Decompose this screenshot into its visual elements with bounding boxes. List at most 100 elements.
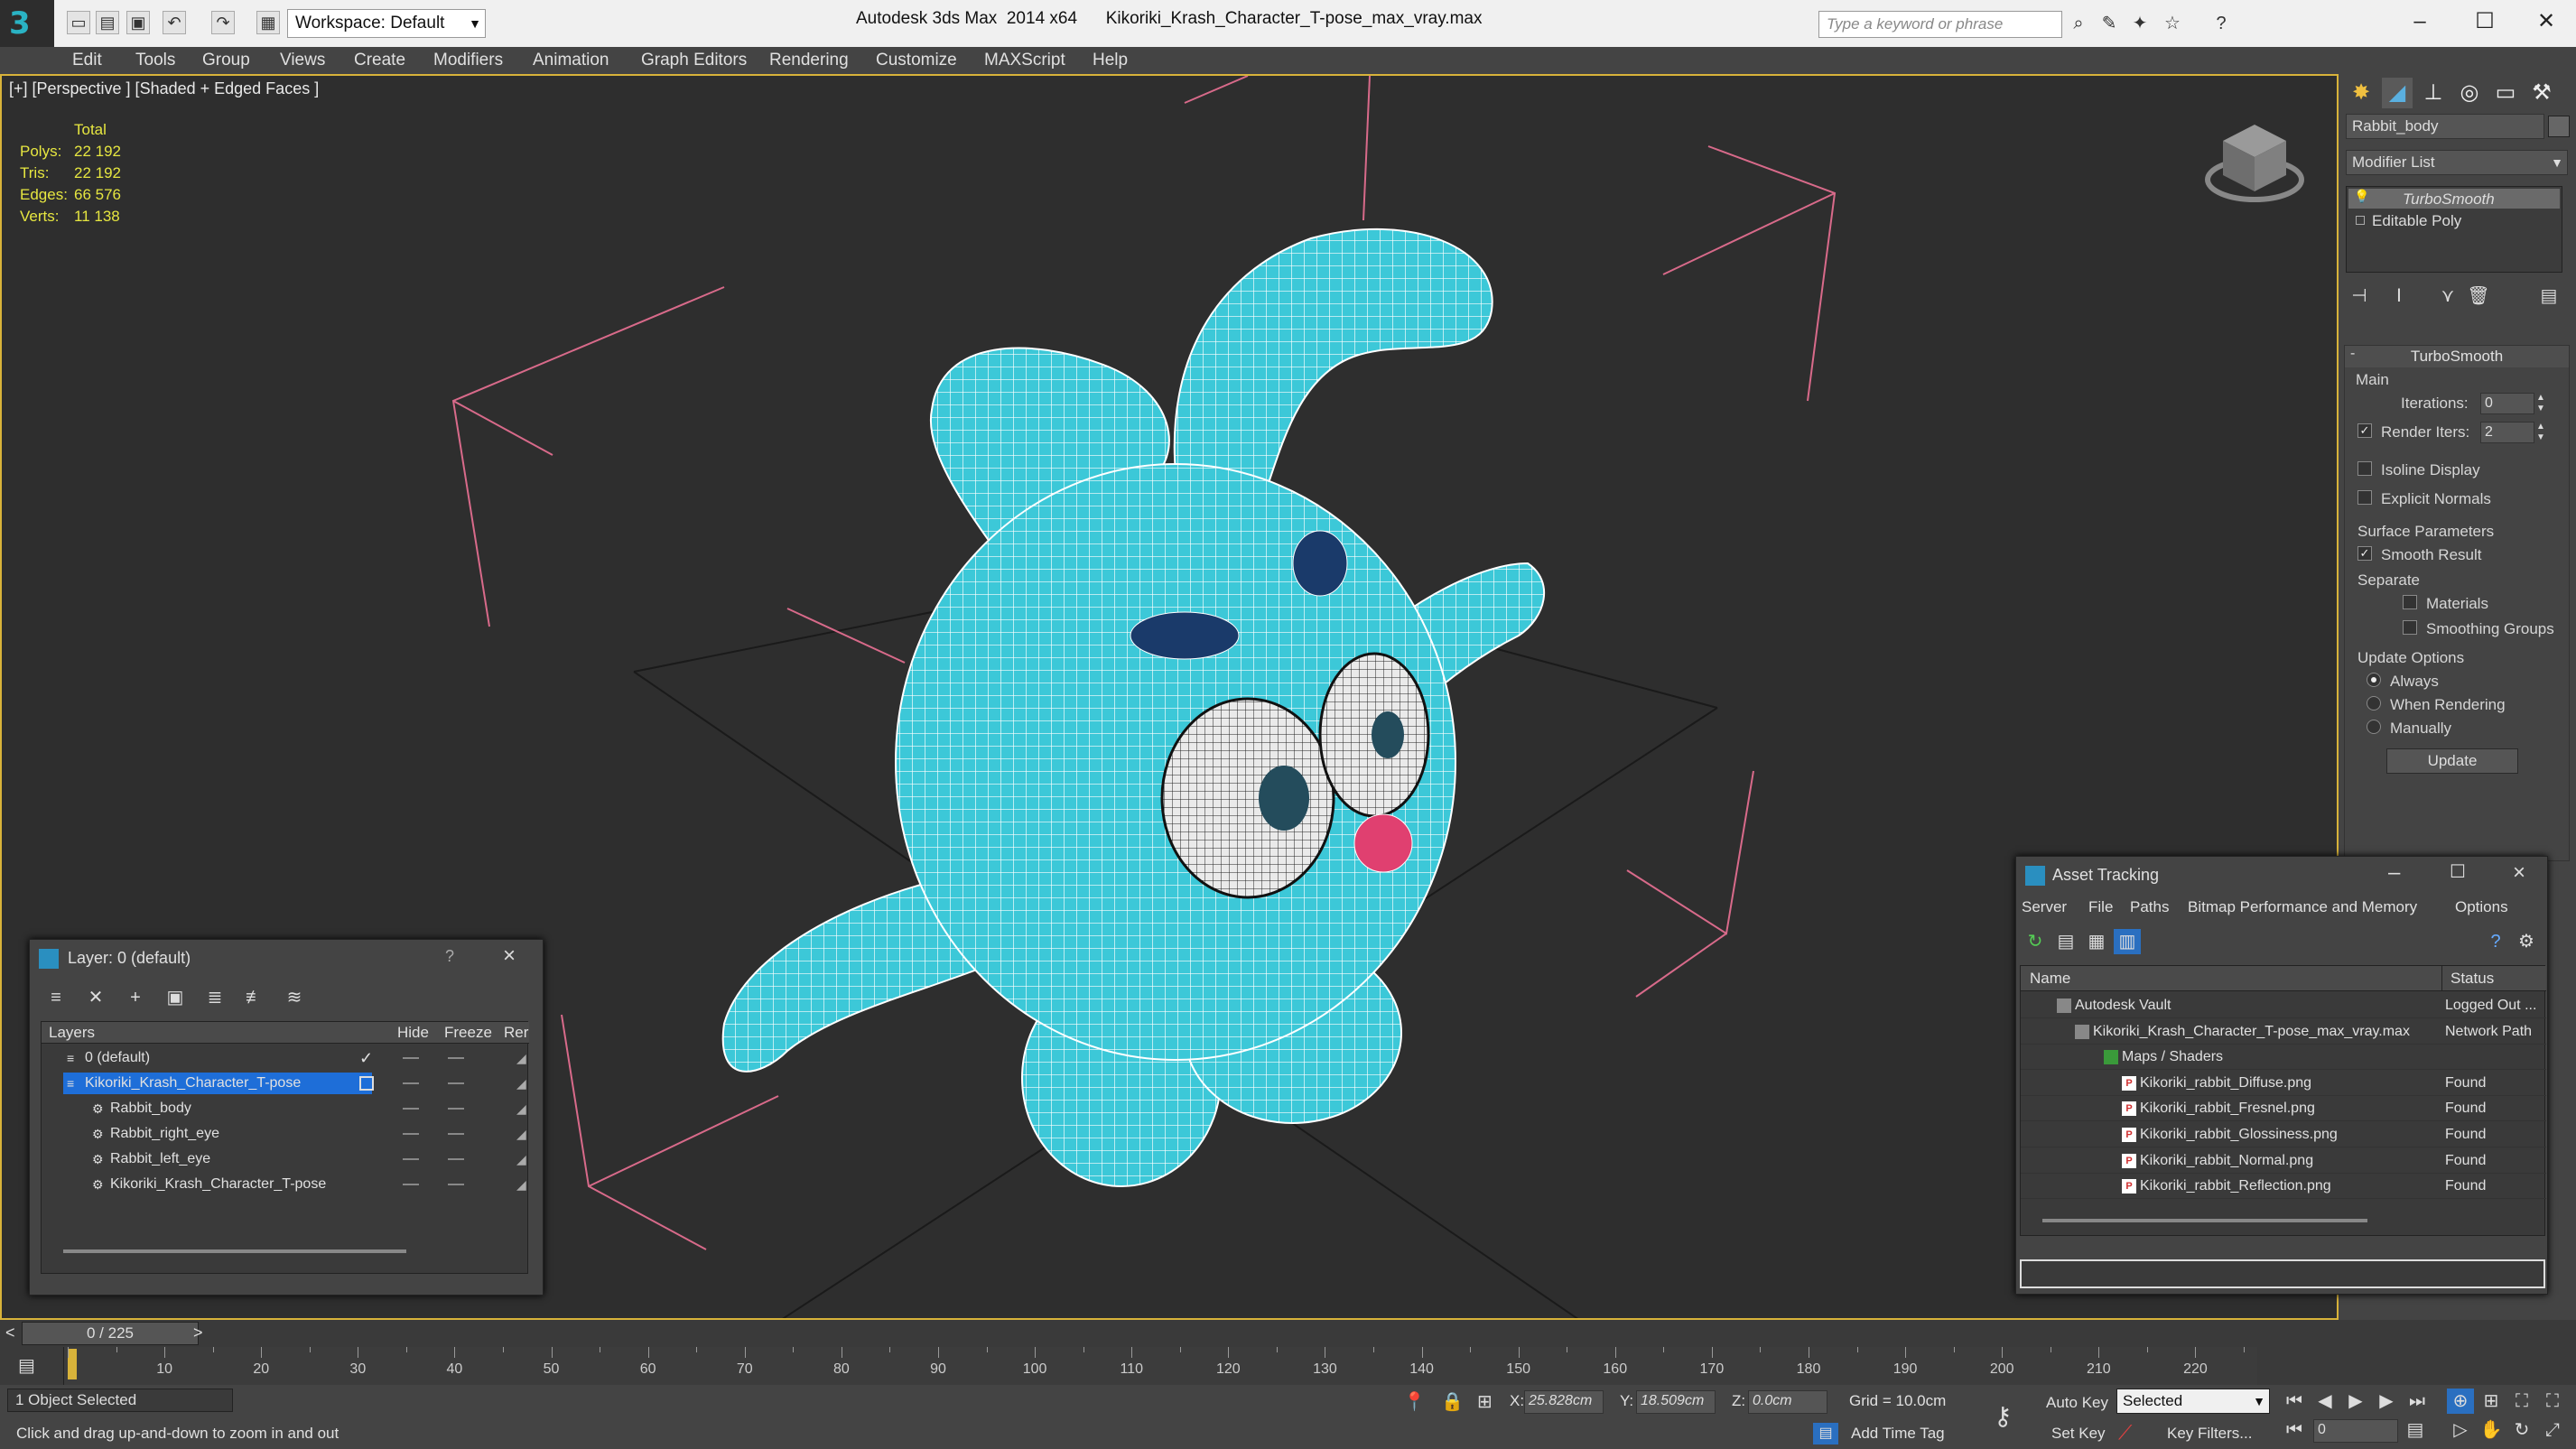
table-row[interactable]: Rabbit_right_eye ⚙ ◢: [42, 1121, 529, 1147]
column-divider[interactable]: [2441, 966, 2442, 991]
manually-radio[interactable]: [2367, 720, 2381, 734]
time-slider-thumb[interactable]: 0 / 225: [22, 1322, 199, 1345]
create-tab-icon[interactable]: ✸: [2346, 78, 2376, 108]
rabbit-character-mesh[interactable]: [721, 228, 1545, 1187]
subscription-icon[interactable]: ✎: [2098, 13, 2120, 34]
always-radio[interactable]: [2367, 673, 2381, 687]
table-row[interactable]: Kikoriki_Krash_Character_T-pose_max_vray…: [2021, 1019, 2546, 1045]
maximize-icon[interactable]: ☐: [2450, 860, 2466, 883]
isoline-display-checkbox[interactable]: [2357, 461, 2372, 476]
menu-create[interactable]: Create: [354, 51, 405, 70]
table-row[interactable]: Autodesk Vault Logged Out ...: [2021, 993, 2546, 1018]
asset-path-field[interactable]: [2020, 1259, 2545, 1288]
help-icon[interactable]: ?: [2482, 929, 2509, 954]
close-icon[interactable]: ×: [503, 943, 516, 969]
zoom-extents-icon[interactable]: ⛶: [2508, 1389, 2535, 1414]
time-slider-bar[interactable]: < 0 / 225 >: [0, 1320, 2576, 1347]
freeze-all-icon[interactable]: ≋: [281, 985, 308, 1010]
menu-group[interactable]: Group: [202, 51, 250, 70]
hierarchy-tab-icon[interactable]: ⊥: [2418, 78, 2449, 108]
explicit-normals-checkbox[interactable]: [2357, 490, 2372, 505]
table-row[interactable]: P Kikoriki_rabbit_Fresnel.png Found: [2021, 1096, 2546, 1122]
maximize-button[interactable]: ☐: [2458, 4, 2512, 40]
menu-tools[interactable]: Tools: [135, 51, 175, 70]
table-row[interactable]: Rabbit_body ⚙ ◢: [42, 1096, 529, 1121]
freeze-toggle[interactable]: [448, 1184, 464, 1185]
pin-stack-icon[interactable]: ⊣: [2346, 283, 2373, 309]
add-to-layer-icon[interactable]: +: [122, 985, 149, 1010]
table-row[interactable]: P Kikoriki_rabbit_Reflection.png Found: [2021, 1174, 2546, 1200]
settings-icon[interactable]: ⚙: [2513, 929, 2540, 954]
save-icon[interactable]: ▣: [126, 11, 150, 34]
menu-animation[interactable]: Animation: [533, 51, 609, 70]
modifier-list-dropdown[interactable]: Modifier List ▼: [2346, 150, 2568, 175]
y-coordinate-field[interactable]: 18.509cm: [1636, 1390, 1716, 1414]
menu-file[interactable]: File: [2088, 898, 2113, 916]
thumbnail-view-icon[interactable]: ▦: [2083, 929, 2110, 954]
stack-item-editable-poly[interactable]: Editable Poly: [2348, 210, 2560, 230]
close-icon[interactable]: ×: [2513, 860, 2525, 886]
iterations-spinner[interactable]: 0: [2480, 393, 2534, 414]
time-tag-icon[interactable]: ▤: [1813, 1423, 1838, 1444]
menu-edit[interactable]: Edit: [72, 51, 102, 70]
horizontal-scrollbar[interactable]: [2042, 1219, 2367, 1222]
column-render[interactable]: Rer: [504, 1024, 528, 1042]
minimize-button[interactable]: –: [2393, 4, 2447, 40]
isolate-selection-icon[interactable]: 📍: [1403, 1390, 1426, 1413]
delete-layer-icon[interactable]: ✕: [82, 985, 109, 1010]
hide-toggle[interactable]: [403, 1108, 419, 1110]
go-to-start-icon[interactable]: ⏮: [2281, 1389, 2308, 1414]
transform-mode-icon[interactable]: ⊞: [1477, 1390, 1493, 1413]
rollout-header[interactable]: - TurboSmooth: [2345, 346, 2569, 367]
go-to-end-icon[interactable]: ⏭: [2404, 1389, 2431, 1414]
table-row[interactable]: P Kikoriki_rabbit_Normal.png Found: [2021, 1148, 2546, 1174]
highlight-layer-icon[interactable]: ≣: [201, 985, 228, 1010]
menu-graph-editors[interactable]: Graph Editors: [641, 51, 747, 70]
zoom-icon[interactable]: ⊕: [2447, 1389, 2474, 1414]
remove-modifier-icon[interactable]: 🗑: [2465, 283, 2492, 309]
stack-item-turbosmooth[interactable]: 💡 TurboSmooth: [2348, 189, 2560, 209]
table-row[interactable]: P Kikoriki_rabbit_Diffuse.png Found: [2021, 1071, 2546, 1096]
new-file-icon[interactable]: ▭: [67, 11, 90, 34]
project-folder-icon[interactable]: ▦: [256, 11, 280, 34]
zoom-extents-all-icon[interactable]: ⛶: [2539, 1389, 2566, 1414]
menu-rendering[interactable]: Rendering: [769, 51, 849, 70]
help-icon[interactable]: ?: [2210, 13, 2232, 34]
viewport-label-menu[interactable]: [+] [Perspective ] [Shaded + Edged Faces…: [9, 79, 319, 98]
maximize-viewport-icon[interactable]: ⤢: [2539, 1417, 2566, 1443]
current-layer-check-icon[interactable]: ✓: [359, 1045, 373, 1071]
modify-tab-icon[interactable]: ◢: [2382, 78, 2413, 108]
set-key-mode-icon[interactable]: ⟋: [2118, 1421, 2132, 1444]
menu-server[interactable]: Server: [2022, 898, 2067, 916]
track-ruler[interactable]: 10 20 30 40 50 60 70 80 90 100 110 120 130 140 150 160 1…: [63, 1347, 2257, 1385]
menu-paths[interactable]: Paths: [2130, 898, 2169, 916]
menu-maxscript[interactable]: MAXScript: [984, 51, 1065, 70]
object-color-swatch[interactable]: [2548, 116, 2570, 137]
add-time-tag-button[interactable]: Add Time Tag: [1851, 1425, 1945, 1443]
freeze-toggle[interactable]: [448, 1082, 464, 1084]
key-mode-toggle-icon[interactable]: ⏮: [2281, 1417, 2308, 1443]
redo-icon[interactable]: ↷: [211, 11, 235, 34]
z-coordinate-field[interactable]: 0.0cm: [1748, 1390, 1827, 1414]
select-objects-icon[interactable]: ▣: [162, 985, 189, 1010]
set-current-layer-box[interactable]: [359, 1076, 374, 1091]
column-hide[interactable]: Hide: [397, 1024, 429, 1042]
close-button[interactable]: ✕: [2519, 4, 2573, 40]
help-icon[interactable]: ?: [445, 947, 454, 966]
previous-frame-icon[interactable]: ◀: [2311, 1389, 2339, 1414]
render-iters-checkbox[interactable]: ✓: [2357, 423, 2372, 438]
render-toggle-icon[interactable]: ◢: [516, 1121, 526, 1147]
materials-checkbox[interactable]: [2403, 595, 2417, 609]
hide-toggle[interactable]: [403, 1158, 419, 1160]
open-file-icon[interactable]: ▤: [96, 11, 119, 34]
play-icon[interactable]: ▶: [2342, 1389, 2369, 1414]
render-toggle-icon[interactable]: ◢: [516, 1172, 526, 1197]
table-row[interactable]: P Kikoriki_rabbit_Glossiness.png Found: [2021, 1122, 2546, 1147]
render-toggle-icon[interactable]: ◢: [516, 1147, 526, 1172]
horizontal-scrollbar[interactable]: [63, 1249, 406, 1253]
minimize-icon[interactable]: –: [2388, 860, 2400, 886]
track-bar[interactable]: ▤ 10 20 30 40 50 60 70 80 90 100 110 120 130 140 150 16…: [0, 1347, 2576, 1385]
spinner-arrows-icon[interactable]: ▲ ▼: [2536, 422, 2545, 443]
render-iters-spinner[interactable]: 2: [2480, 422, 2534, 443]
table-row[interactable]: Rabbit_left_eye ⚙ ◢: [42, 1147, 529, 1172]
